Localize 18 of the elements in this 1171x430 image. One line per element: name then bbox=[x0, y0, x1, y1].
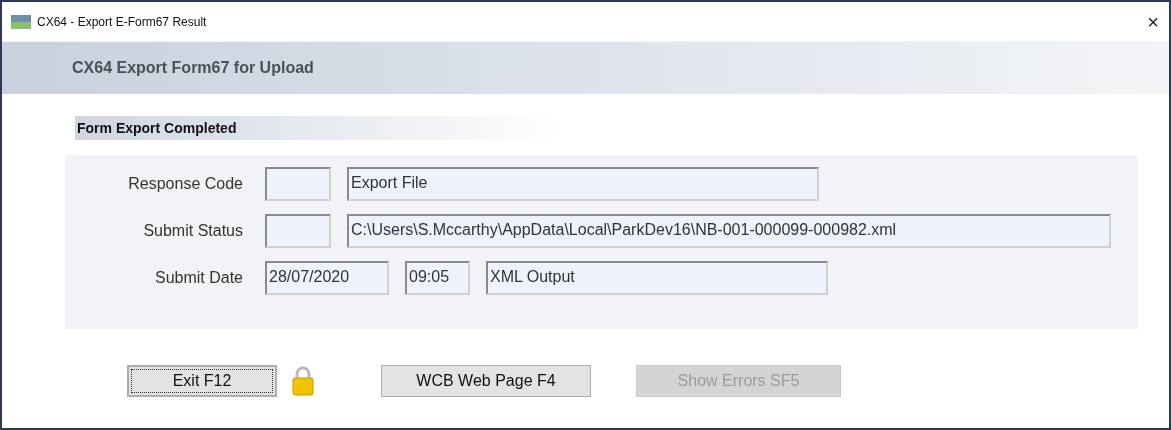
field-label: Submit Status bbox=[142, 221, 244, 241]
padlock-icon bbox=[291, 365, 315, 397]
close-button[interactable]: × bbox=[1147, 11, 1159, 32]
text-field[interactable]: C:\Users\S.Mccarthy\AppData\Local\ParkDev16\NB-001-000099-000982.xml bbox=[347, 214, 1111, 248]
action-button[interactable]: WCB Web Page F4 bbox=[381, 365, 591, 397]
text-field[interactable]: 09:05 bbox=[405, 261, 470, 295]
action-button[interactable]: Exit F12 bbox=[127, 365, 277, 397]
window-title: CX64 - Export E-Form67 Result bbox=[37, 13, 207, 31]
section-title: Form Export Completed bbox=[77, 118, 237, 138]
text-field[interactable]: XML Output bbox=[486, 261, 828, 295]
code-field[interactable] bbox=[265, 214, 331, 248]
form-header-title: CX64 Export Form67 for Upload bbox=[72, 58, 314, 78]
field-label: Response Code bbox=[127, 174, 244, 194]
text-field[interactable]: 28/07/2020 bbox=[265, 261, 389, 295]
field-label: Submit Date bbox=[153, 268, 244, 288]
app-icon bbox=[11, 14, 31, 29]
code-field[interactable] bbox=[265, 167, 331, 201]
text-field[interactable]: Export File bbox=[347, 167, 819, 201]
